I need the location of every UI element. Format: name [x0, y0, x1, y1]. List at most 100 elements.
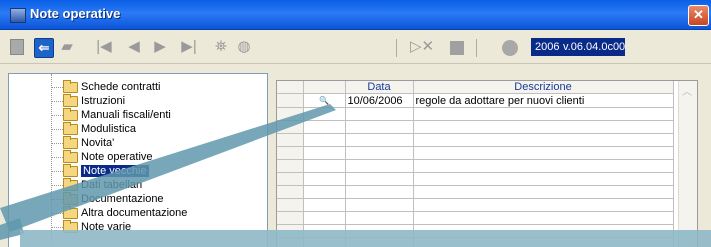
cell-data[interactable]: 10/06/2006	[345, 93, 414, 108]
window-title: Note operative	[30, 6, 121, 21]
record-circle-icon[interactable]	[502, 40, 518, 56]
cell-descrizione[interactable]	[413, 159, 674, 173]
toolbar-separator	[476, 39, 477, 57]
row-header	[277, 133, 304, 147]
tree-item[interactable]: Dati tabellari	[81, 179, 142, 191]
tree-item[interactable]: Schede contratti	[81, 81, 161, 93]
row-header-corner	[277, 81, 304, 94]
folder-icon	[63, 94, 78, 107]
tree-connector	[51, 227, 63, 228]
folder-icon	[63, 206, 78, 219]
cell-descrizione[interactable]	[413, 107, 674, 121]
cell-data[interactable]	[345, 185, 414, 199]
table-row[interactable]	[277, 211, 674, 225]
previous-record-icon[interactable]: ◀	[126, 37, 142, 57]
tree-item[interactable]: Altra documentazione	[81, 207, 187, 219]
table-row[interactable]	[277, 172, 674, 186]
last-record-icon[interactable]: ▶|	[180, 37, 198, 57]
tree-item[interactable]: Manuali fiscali/enti	[81, 109, 171, 121]
cell-descrizione[interactable]: regole da adottare per nuovi clienti	[413, 93, 674, 108]
cell-data[interactable]	[345, 146, 414, 160]
row-header	[277, 120, 304, 134]
row-header	[277, 237, 304, 247]
tree-item-label: Schede contratti	[81, 81, 161, 93]
zoom-icon[interactable]: ◍	[236, 37, 252, 57]
table-row[interactable]	[277, 185, 674, 199]
cell-descrizione[interactable]	[413, 120, 674, 134]
stop-icon[interactable]	[450, 41, 464, 55]
cell-descrizione[interactable]	[413, 237, 674, 247]
app-icon	[10, 8, 26, 23]
export-icon[interactable]: ▷✕	[410, 37, 434, 57]
scroll-up-icon[interactable]: ︿	[682, 83, 692, 98]
folder-icon	[63, 150, 78, 163]
vertical-scrollbar[interactable]: ︿	[678, 81, 697, 247]
row-icon-cell[interactable]	[303, 185, 346, 199]
table-row[interactable]: 🔍 10/06/2006 regole da adottare per nuovi …	[277, 93, 674, 108]
table-header-row: Data Descrizione	[277, 81, 674, 94]
folder-tree[interactable]: Schede contratti Istruzioni Manuali fiscal…	[8, 73, 268, 247]
row-icon-cell[interactable]: 🔍	[303, 93, 346, 108]
folder-icon	[63, 164, 78, 177]
cell-data[interactable]	[345, 107, 414, 121]
row-header	[277, 159, 304, 173]
tree-item[interactable]: Note varie	[81, 221, 131, 233]
tree-connector	[51, 171, 63, 172]
back-arrow-icon[interactable]: ⇐	[34, 38, 54, 58]
tree-item[interactable]: Note operative	[81, 151, 153, 163]
next-record-icon[interactable]: ▶	[152, 37, 168, 57]
search-icon[interactable]: 🔍	[319, 96, 329, 105]
row-icon-cell[interactable]	[303, 172, 346, 186]
cell-data[interactable]	[345, 237, 414, 247]
cell-data[interactable]	[345, 211, 414, 225]
tree-connector	[51, 74, 52, 247]
tree-connector	[51, 185, 63, 186]
cell-data[interactable]	[345, 120, 414, 134]
table-row[interactable]	[277, 133, 674, 147]
row-icon-cell[interactable]	[303, 211, 346, 225]
cell-data[interactable]	[345, 159, 414, 173]
tree-item-label: Altra documentazione	[81, 207, 188, 219]
close-button[interactable]: ✕	[688, 5, 709, 26]
tree-item[interactable]: Documentazione	[81, 193, 164, 205]
row-icon-cell[interactable]	[303, 120, 346, 134]
tree-item[interactable]: Novita'	[81, 137, 114, 149]
table-row[interactable]	[277, 198, 674, 212]
row-icon-cell[interactable]	[303, 107, 346, 121]
table-row[interactable]	[277, 146, 674, 160]
row-icon-cell[interactable]	[303, 198, 346, 212]
cell-data[interactable]	[345, 172, 414, 186]
cell-descrizione[interactable]	[413, 133, 674, 147]
first-record-icon[interactable]: |◀	[96, 37, 112, 57]
table-row[interactable]	[277, 224, 674, 238]
row-icon-cell[interactable]	[303, 133, 346, 147]
cell-data[interactable]	[345, 133, 414, 147]
tree-item[interactable]: Istruzioni	[81, 95, 125, 107]
row-icon-cell[interactable]	[303, 237, 346, 247]
cell-data[interactable]	[345, 224, 414, 238]
cell-data[interactable]	[345, 198, 414, 212]
tree-item[interactable]: Note vecchie	[81, 165, 149, 177]
row-icon-cell[interactable]	[303, 146, 346, 160]
cell-descrizione[interactable]	[413, 211, 674, 225]
document-icon[interactable]: ▰	[58, 37, 76, 57]
cell-descrizione[interactable]	[413, 224, 674, 238]
binoculars-icon[interactable]: ⛯	[212, 37, 230, 57]
row-icon-cell[interactable]	[303, 224, 346, 238]
table-row[interactable]	[277, 159, 674, 173]
row-icon-cell[interactable]	[303, 159, 346, 173]
row-header	[277, 224, 304, 238]
table-row[interactable]	[277, 107, 674, 121]
table-row[interactable]	[277, 237, 674, 247]
cell-descrizione[interactable]	[413, 146, 674, 160]
column-header-descrizione[interactable]: Descrizione	[413, 81, 674, 94]
tree-item[interactable]: Modulistica	[81, 123, 136, 135]
cell-descrizione[interactable]	[413, 198, 674, 212]
save-icon[interactable]	[10, 39, 24, 55]
cell-descrizione[interactable]	[413, 172, 674, 186]
notes-grid[interactable]: Data Descrizione 🔍 10/06/2006 regole da ad…	[276, 80, 698, 247]
column-header-data[interactable]: Data	[345, 81, 414, 94]
cell-descrizione[interactable]	[413, 185, 674, 199]
icon-column-header	[303, 81, 346, 94]
table-row[interactable]	[277, 120, 674, 134]
